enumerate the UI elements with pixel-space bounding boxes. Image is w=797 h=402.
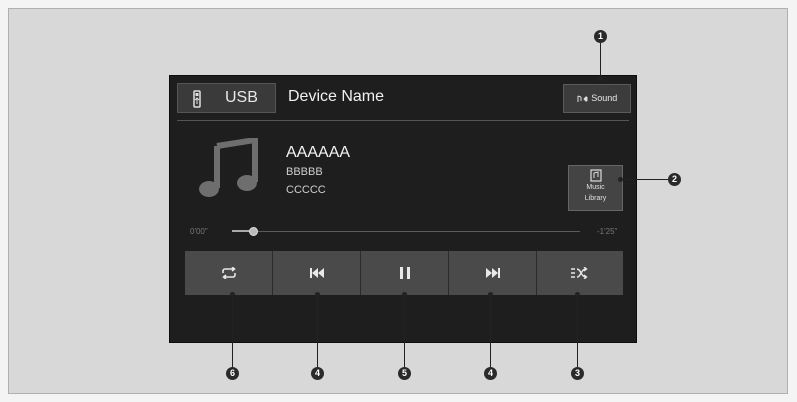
callout-5-line bbox=[404, 296, 405, 368]
music-note-icon bbox=[199, 138, 258, 197]
usb-source-button[interactable]: USB bbox=[177, 83, 276, 113]
callout-3-line bbox=[577, 296, 578, 368]
pause-icon bbox=[399, 267, 410, 279]
callout-4a-line bbox=[317, 296, 318, 368]
callout-5: 5 bbox=[398, 367, 411, 380]
header-divider bbox=[177, 120, 629, 121]
callout-1: 1 bbox=[594, 30, 607, 43]
skip-forward-icon bbox=[485, 268, 500, 278]
repeat-button[interactable] bbox=[185, 251, 273, 295]
callout-3: 3 bbox=[571, 367, 584, 380]
callout-2: 2 bbox=[668, 173, 681, 186]
elapsed-time: 0'00" bbox=[190, 227, 208, 236]
song-title: AAAAAA bbox=[286, 144, 351, 161]
skip-back-icon bbox=[309, 268, 324, 278]
device-name: Device Name bbox=[288, 88, 385, 105]
callout-6: 6 bbox=[226, 367, 239, 380]
music-library-label-1: Music bbox=[586, 184, 605, 191]
callout-1-line bbox=[600, 43, 601, 77]
playback-controls bbox=[185, 251, 623, 295]
previous-track-button[interactable] bbox=[273, 251, 361, 295]
callout-4a: 4 bbox=[311, 367, 324, 380]
header-bar: USB Device Name Sound bbox=[170, 76, 636, 120]
music-library-button[interactable]: Music Library bbox=[568, 165, 623, 211]
next-track-button[interactable] bbox=[449, 251, 537, 295]
sound-label: Sound bbox=[591, 93, 618, 103]
sound-settings-icon bbox=[577, 95, 588, 102]
progress-track[interactable] bbox=[232, 231, 580, 232]
callout-1-dot bbox=[598, 76, 603, 81]
remaining-time: -1'25" bbox=[597, 227, 618, 236]
callout-4b-line bbox=[490, 296, 491, 368]
usb-icon bbox=[193, 90, 201, 108]
sound-button[interactable]: Sound bbox=[563, 84, 631, 113]
callout-6-line bbox=[232, 296, 233, 368]
shuffle-button[interactable] bbox=[537, 251, 623, 295]
shuffle-icon bbox=[571, 267, 588, 279]
music-library-label-2: Library bbox=[584, 195, 607, 202]
pause-button[interactable] bbox=[361, 251, 449, 295]
repeat-icon bbox=[221, 267, 236, 279]
album-name: CCCCC bbox=[286, 184, 326, 196]
audio-screen: USB Device Name Sound AAAAAA BBBBB CCCCC… bbox=[169, 75, 637, 343]
progress-knob[interactable] bbox=[248, 227, 258, 236]
source-label: USB bbox=[225, 89, 258, 106]
artist-name: BBBBB bbox=[286, 166, 323, 178]
callout-2-line bbox=[622, 179, 668, 180]
music-library-icon bbox=[589, 169, 602, 182]
callout-4b: 4 bbox=[484, 367, 497, 380]
